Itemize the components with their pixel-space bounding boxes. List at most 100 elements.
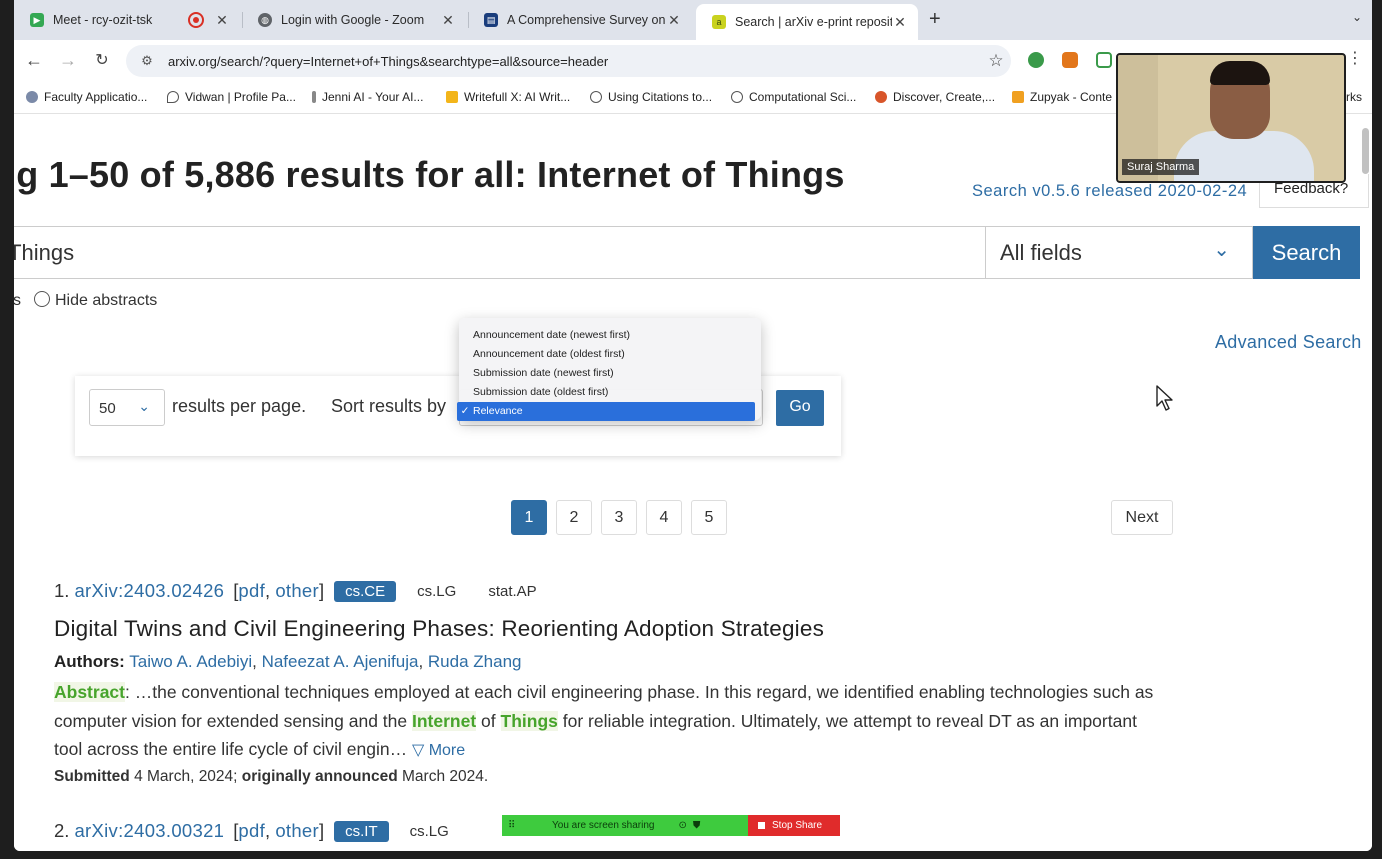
next-page-button[interactable]: Next bbox=[1111, 500, 1173, 535]
sort-option[interactable]: Submission date (oldest first) bbox=[459, 383, 761, 402]
bookmark-item[interactable]: Vidwan | Profile Pa... bbox=[167, 90, 296, 104]
bookmark-favicon-icon bbox=[26, 91, 38, 103]
mouse-pointer-icon bbox=[1156, 385, 1173, 411]
site-settings-icon[interactable]: ⚙ bbox=[132, 53, 162, 69]
tab-meet[interactable]: ▶ Meet - rcy-ozit-tsk ✕ bbox=[14, 6, 240, 34]
pen-icon bbox=[312, 91, 316, 103]
page-link-1[interactable]: 1 bbox=[511, 500, 547, 535]
results-heading: ng 1–50 of 5,886 results for all: Intern… bbox=[14, 154, 845, 195]
go-button[interactable]: Go bbox=[776, 390, 824, 426]
author-link[interactable]: Nafeezat A. Ajenifuja bbox=[262, 652, 419, 671]
category-tag-primary: cs.IT bbox=[334, 820, 389, 842]
extension-icon[interactable] bbox=[1028, 52, 1044, 68]
category-tag: cs.LG bbox=[398, 820, 460, 842]
arxiv-icon: a bbox=[712, 15, 726, 29]
search-bar: of Things All fields ⌄ Search bbox=[14, 226, 1372, 280]
bookmark-item[interactable]: Jenni AI - Your AI... bbox=[312, 90, 423, 104]
result-header: 1. arXiv:2403.02426 [pdf, other] cs.CE c… bbox=[54, 580, 1174, 602]
author-link[interactable]: Ruda Zhang bbox=[428, 652, 522, 671]
bookmark-overflow[interactable]: rks bbox=[1346, 90, 1362, 104]
hide-abstracts-label[interactable]: Hide abstracts bbox=[55, 292, 157, 310]
sort-option[interactable]: Announcement date (newest first) bbox=[459, 326, 761, 345]
url-text[interactable]: arxiv.org/search/?query=Internet+of+Thin… bbox=[168, 54, 981, 69]
author-link[interactable]: Taiwo A. Adebiyi bbox=[129, 652, 252, 671]
bookmark-item[interactable]: Zupyak - Conte bbox=[1012, 90, 1112, 104]
tab-survey[interactable]: ▤ A Comprehensive Survey on ✕ bbox=[468, 6, 692, 34]
refresh-circle-icon bbox=[731, 91, 743, 103]
drag-handle-icon[interactable]: ⠿ bbox=[508, 820, 520, 831]
arxiv-search-page: ng 1–50 of 5,886 results for all: Intern… bbox=[14, 114, 1372, 851]
other-link[interactable]: other bbox=[275, 820, 319, 841]
forward-arrow-icon[interactable]: → bbox=[57, 50, 79, 71]
document-icon: ▤ bbox=[484, 13, 498, 27]
page-link-2[interactable]: 2 bbox=[556, 500, 592, 535]
bookmark-item[interactable]: Faculty Applicatio... bbox=[26, 90, 147, 104]
category-tag: stat.AP bbox=[477, 580, 548, 602]
reload-icon[interactable]: ↻ bbox=[91, 50, 113, 70]
search-input[interactable]: of Things bbox=[14, 226, 986, 279]
tab-arxiv-search[interactable]: a Search | arXiv e-print reposit ✕ bbox=[696, 4, 918, 40]
sort-dropdown-menu: Announcement date (newest first) Announc… bbox=[457, 318, 761, 421]
tab-zoom-login[interactable]: ◍ Login with Google - Zoom ✕ bbox=[242, 6, 466, 34]
hide-abstracts-radio[interactable] bbox=[34, 291, 50, 307]
video-call-thumbnail[interactable]: Suraj Sharma bbox=[1116, 53, 1346, 183]
pause-icon[interactable]: ⊙ bbox=[678, 820, 686, 831]
result-submitted: Submitted 4 March, 2024; originally anno… bbox=[54, 767, 489, 785]
writefull-icon bbox=[446, 91, 458, 103]
arxiv-id-link[interactable]: arXiv:2403.02426 bbox=[74, 580, 224, 602]
zupyak-icon bbox=[1012, 91, 1024, 103]
bookmark-item[interactable]: Computational Sci... bbox=[731, 90, 856, 104]
tab-strip: ▶ Meet - rcy-ozit-tsk ✕ ◍ Login with Goo… bbox=[14, 0, 1372, 40]
location-pin-icon bbox=[167, 91, 179, 103]
other-link[interactable]: other bbox=[275, 580, 319, 601]
page-link-3[interactable]: 3 bbox=[601, 500, 637, 535]
stop-icon bbox=[758, 822, 765, 829]
bookmark-item[interactable]: Using Citations to... bbox=[590, 90, 712, 104]
globe-icon: ◍ bbox=[258, 13, 272, 27]
bookmark-star-icon[interactable]: ☆ bbox=[981, 51, 1011, 71]
more-abstract-link[interactable]: ▽ More bbox=[412, 742, 465, 759]
pdf-link[interactable]: pdf bbox=[238, 820, 265, 841]
advanced-search-link[interactable]: Advanced Search bbox=[1215, 332, 1362, 353]
address-bar[interactable]: ⚙ arxiv.org/search/?query=Internet+of+Th… bbox=[126, 45, 1011, 77]
bookmark-item[interactable]: Discover, Create,... bbox=[875, 90, 995, 104]
pdf-link[interactable]: pdf bbox=[238, 580, 265, 601]
arxiv-id-link[interactable]: arXiv:2403.00321 bbox=[74, 820, 224, 842]
close-tab-icon[interactable]: ✕ bbox=[440, 12, 456, 29]
close-tab-icon[interactable]: ✕ bbox=[214, 12, 230, 29]
metamask-icon[interactable] bbox=[1062, 52, 1078, 68]
screen-share-bar: ⠿ You are screen sharing ⊙ ⛊ Stop Share bbox=[502, 815, 840, 836]
page-link-5[interactable]: 5 bbox=[691, 500, 727, 535]
browser-menu-icon[interactable]: ⋮ bbox=[1344, 48, 1366, 68]
page-scrollbar[interactable] bbox=[1362, 128, 1369, 174]
stop-share-button[interactable]: Stop Share bbox=[748, 815, 840, 836]
participant-name: Suraj Sharma bbox=[1122, 159, 1200, 175]
per-page-select[interactable]: 50 ⌄ bbox=[89, 389, 165, 426]
result-authors: Authors: Taiwo A. Adebiyi, Nafeezat A. A… bbox=[54, 652, 522, 671]
sort-option-selected[interactable]: ✓ Relevance bbox=[457, 402, 755, 421]
new-tab-button[interactable]: + bbox=[929, 8, 941, 31]
tab-search-chevron-icon[interactable]: ⌄ bbox=[1352, 10, 1362, 24]
release-link[interactable]: Search v0.5.6 released 2020-02-24 bbox=[972, 182, 1247, 201]
participant-hair bbox=[1210, 61, 1270, 85]
search-field-select[interactable]: All fields ⌄ bbox=[985, 226, 1253, 279]
screen-share-status[interactable]: ⠿ You are screen sharing ⊙ ⛊ bbox=[502, 815, 748, 836]
category-tag: cs.LG bbox=[406, 580, 468, 602]
recording-icon bbox=[188, 12, 204, 28]
close-tab-icon[interactable]: ✕ bbox=[666, 12, 682, 29]
search-button[interactable]: Search bbox=[1253, 226, 1360, 279]
page-link-4[interactable]: 4 bbox=[646, 500, 682, 535]
sort-option[interactable]: Submission date (newest first) bbox=[459, 364, 761, 383]
category-tag-primary: cs.CE bbox=[334, 580, 397, 602]
extension-icon[interactable] bbox=[1096, 52, 1112, 68]
sort-option[interactable]: Announcement date (oldest first) bbox=[459, 345, 761, 364]
search-result: 1. arXiv:2403.02426 [pdf, other] cs.CE c… bbox=[54, 580, 1174, 786]
back-arrow-icon[interactable]: ← bbox=[23, 50, 45, 71]
checkmark-icon: ✓ bbox=[460, 405, 470, 417]
meet-icon: ▶ bbox=[30, 13, 44, 27]
chevron-down-icon: ⌄ bbox=[1213, 239, 1230, 261]
close-tab-icon[interactable]: ✕ bbox=[892, 14, 908, 31]
bookmark-item[interactable]: Writefull X: AI Writ... bbox=[446, 90, 570, 104]
citation-icon bbox=[590, 91, 602, 103]
shield-icon: ⛊ bbox=[692, 820, 701, 831]
